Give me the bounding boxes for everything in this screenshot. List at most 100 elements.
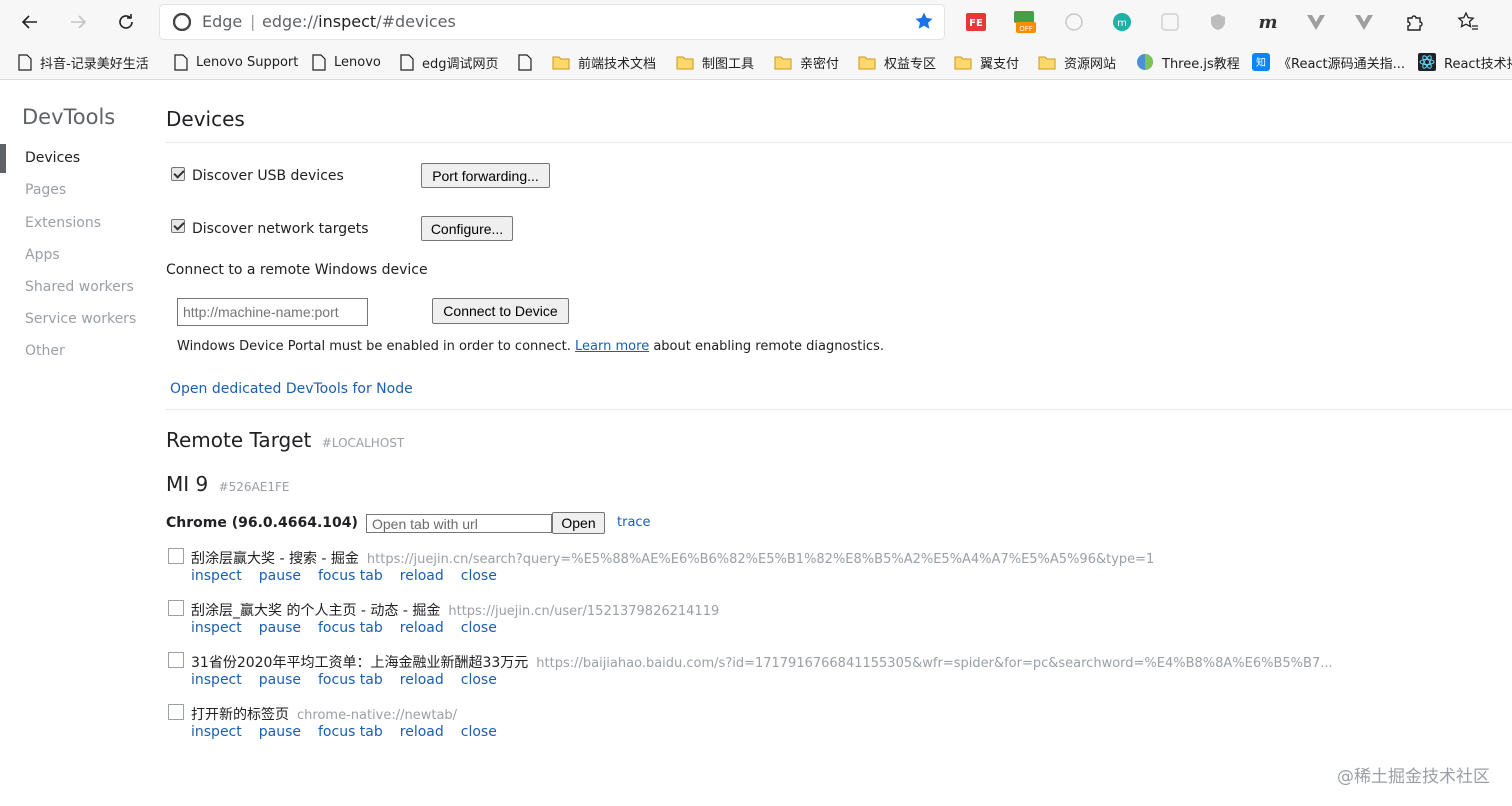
forward-button[interactable] [62,6,94,38]
teal-extension-icon[interactable]: m [1110,10,1134,34]
svg-text:OFF: OFF [1019,25,1033,33]
tab-url: https://baijiahao.baidu.com/s?id=1717916… [536,656,1333,671]
bookmark-label: edg调试网页 [422,56,499,72]
discover-usb-checkbox[interactable] [171,167,185,181]
bookmark-folder[interactable]: 制图工具 [676,50,754,74]
bookmark-label: 权益专区 [884,56,937,72]
forward-arrow-icon [71,15,87,29]
zhihu-icon: 知 [1252,53,1270,71]
vue-extension-icon[interactable] [1304,10,1328,34]
off-extension-icon[interactable]: OFF [1012,10,1036,34]
tab-checkbox[interactable] [168,548,184,564]
trace-link[interactable]: trace [617,515,651,530]
tab-checkbox[interactable] [168,652,184,668]
pause-link[interactable]: pause [259,672,301,688]
configure-button[interactable]: Configure... [421,216,513,241]
bookmark-item[interactable] [518,50,540,74]
bookmark-item[interactable]: edg调试网页 [400,50,499,74]
url-text: edge://inspect/#devices [262,12,456,31]
bookmark-label: 《React源码通关指... [1278,56,1406,72]
fe-extension-icon[interactable]: FE [964,10,988,34]
port-forwarding-button[interactable]: Port forwarding... [421,163,550,188]
close-link[interactable]: close [461,620,497,636]
bookmark-folder[interactable]: 翼支付 [954,50,1019,74]
favorites-icon[interactable] [1456,10,1480,34]
device-heading: MI 9 #526AE1FE [166,472,289,496]
reload-link[interactable]: reload [400,620,444,636]
bookmark-label: Three.js教程 [1162,56,1240,72]
threejs-icon [1136,53,1154,71]
focus-tab-link[interactable]: focus tab [318,568,383,584]
refresh-button[interactable] [110,6,142,38]
close-link[interactable]: close [461,724,497,740]
inspect-link[interactable]: inspect [191,672,242,688]
bookmark-folder[interactable]: 前端技术文档 [552,50,656,74]
bookmark-folder[interactable]: 亲密付 [774,50,839,74]
tab-checkbox[interactable] [168,704,184,720]
focus-tab-link[interactable]: focus tab [318,672,383,688]
tab-title-text: 刮涂层_赢大奖 的个人主页 - 动态 - 掘金 [191,603,441,619]
bookmarks-bar: 抖音-记录美好生活 Lenovo Support Lenovo edg调试网页 … [0,44,1512,80]
divider [166,409,1512,410]
close-link[interactable]: close [461,568,497,584]
bookmark-label: Lenovo Support [196,54,299,70]
address-bar[interactable]: Edge | edge://inspect/#devices [160,5,944,39]
focus-tab-link[interactable]: focus tab [318,724,383,740]
extensions-puzzle-icon[interactable] [1402,10,1426,34]
back-button[interactable] [14,6,46,38]
url-host: inspect [318,12,377,31]
bookmark-item[interactable]: Lenovo Support [174,50,298,74]
learn-more-link[interactable]: Learn more [575,339,649,354]
sidebar-item-pages[interactable]: Pages [25,182,66,198]
bookmark-item[interactable]: Lenovo [312,50,381,74]
discover-network-checkbox[interactable] [171,219,185,233]
discover-network-label: Discover network targets [192,221,369,237]
timer-extension-icon[interactable] [1062,10,1086,34]
machine-address-input[interactable]: http://machine-name:port [177,298,368,326]
folder-icon [676,55,694,70]
pause-link[interactable]: pause [259,724,301,740]
pause-link[interactable]: pause [259,568,301,584]
open-tab-button[interactable]: Open [552,512,605,534]
discover-usb-label: Discover USB devices [192,168,344,184]
shield-extension-icon[interactable] [1206,10,1230,34]
node-devtools-link[interactable]: Open dedicated DevTools for Node [170,381,413,397]
inspect-link[interactable]: inspect [191,724,242,740]
site-name: Edge [202,12,243,31]
sidebar-item-devices[interactable]: Devices [25,150,80,166]
grey-extension-icon[interactable] [1158,10,1182,34]
svg-text:知: 知 [1256,56,1266,69]
tab-title: 31省份2020年平均工资单：上海金融业新酬超33万元 https://baiji… [191,652,1333,672]
tab-actions: inspect pause focus tab reload close [191,672,514,688]
tab-checkbox[interactable] [168,600,184,616]
sidebar-item-service-workers[interactable]: Service workers [25,311,136,327]
device-id: #526AE1FE [218,480,290,494]
tab-title-text: 刮涂层赢大奖 - 搜索 - 掘金 [191,551,359,567]
focus-tab-link[interactable]: focus tab [318,620,383,636]
bookmark-folder[interactable]: 资源网站 [1038,50,1116,74]
bookmark-item[interactable]: 抖音-记录美好生活 [18,50,149,74]
close-link[interactable]: close [461,672,497,688]
reload-link[interactable]: reload [400,724,444,740]
sidebar-item-other[interactable]: Other [25,343,65,359]
connect-to-device-button[interactable]: Connect to Device [432,298,569,324]
sidebar-item-apps[interactable]: Apps [25,247,60,263]
sidebar-title: DevTools [22,105,116,129]
bookmark-item[interactable]: 知 《React源码通关指... [1252,50,1405,74]
tab-title: 刮涂层_赢大奖 的个人主页 - 动态 - 掘金 https://juejin.cn… [191,600,719,620]
open-tab-url-input[interactable]: Open tab with url [366,514,552,533]
m-extension-icon[interactable]: m [1256,10,1280,34]
favorite-star-icon[interactable] [914,11,934,35]
bookmark-folder[interactable]: 权益专区 [858,50,936,74]
bookmark-item[interactable]: Three.js教程 [1136,50,1240,74]
inspect-link[interactable]: inspect [191,620,242,636]
vue-devtools-extension-icon[interactable] [1352,10,1376,34]
reload-link[interactable]: reload [400,672,444,688]
bookmark-item[interactable]: React技术揭 [1418,50,1512,74]
folder-icon [1038,55,1056,70]
reload-link[interactable]: reload [400,568,444,584]
sidebar-item-extensions[interactable]: Extensions [25,215,101,231]
inspect-link[interactable]: inspect [191,568,242,584]
pause-link[interactable]: pause [259,620,301,636]
sidebar-item-shared-workers[interactable]: Shared workers [25,279,134,295]
